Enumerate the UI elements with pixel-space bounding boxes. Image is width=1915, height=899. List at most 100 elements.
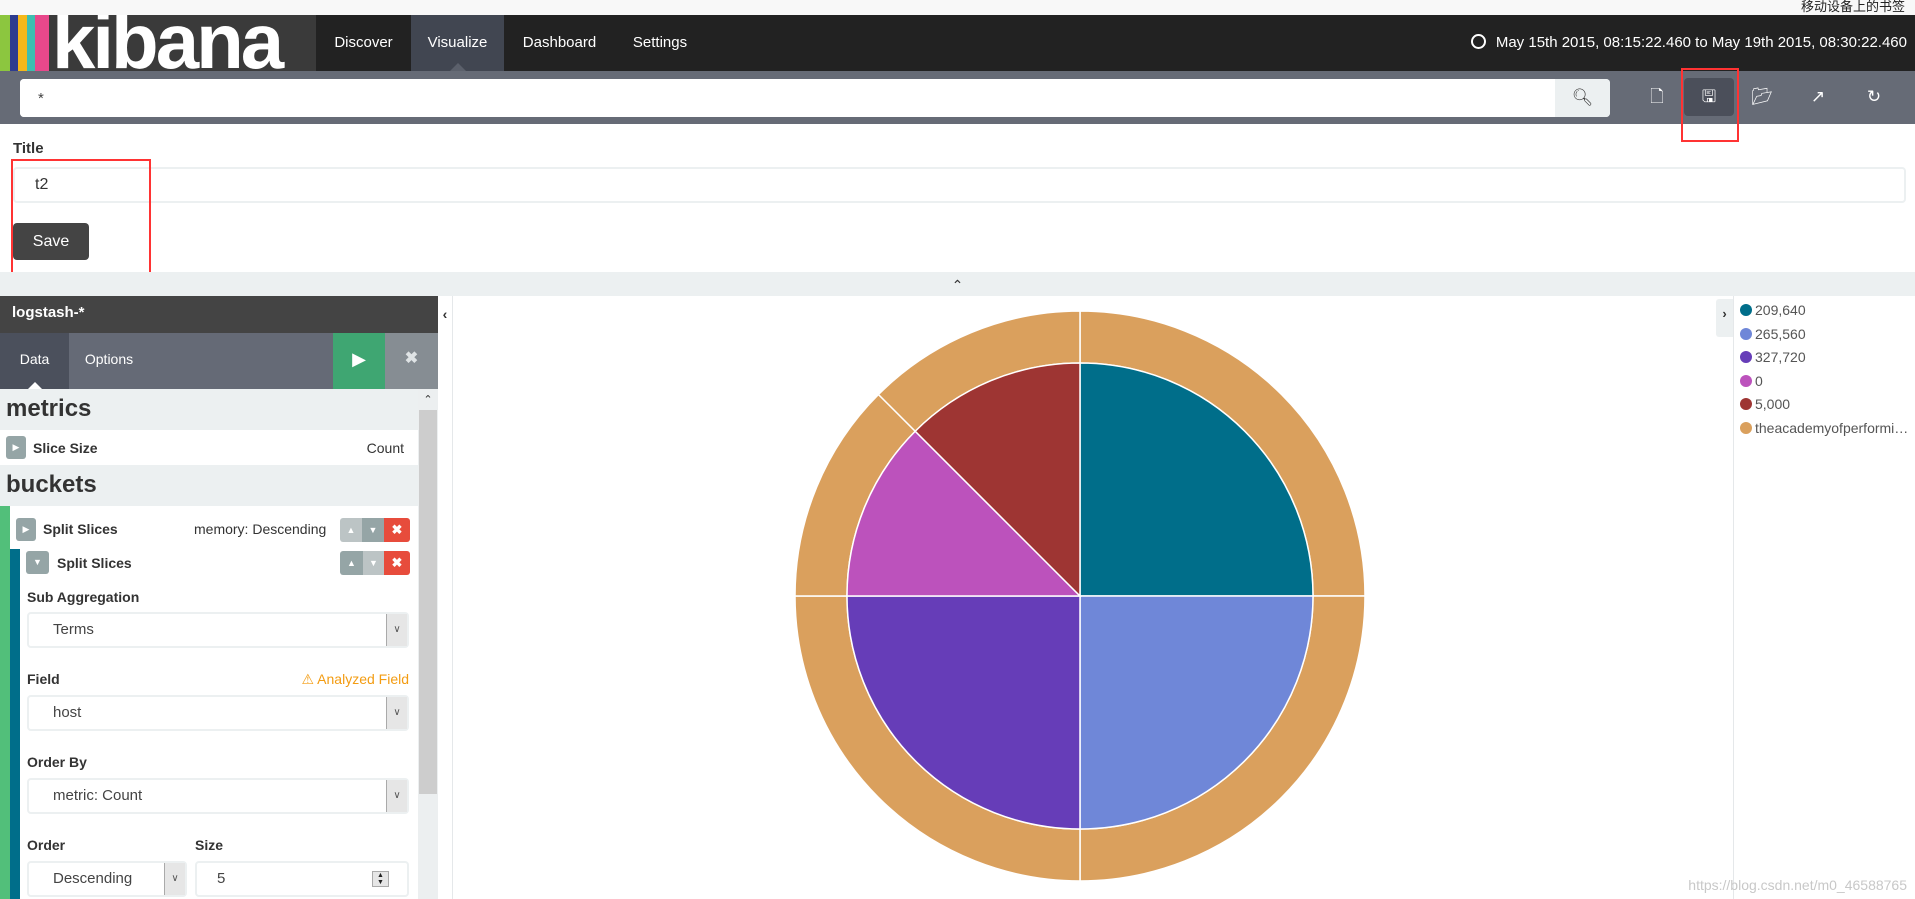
mobile-bookmarks-link[interactable]: 移动设备上的书签	[1801, 0, 1905, 15]
chevron-down-icon: ∨	[386, 780, 407, 812]
legend-label: 327,720	[1755, 349, 1806, 366]
field-select[interactable]: host ∨	[27, 695, 409, 731]
search-button[interactable]: 🔍︎	[1555, 79, 1610, 117]
legend-dot-icon	[1740, 304, 1752, 316]
order-value: Descending	[53, 870, 133, 887]
discard-changes-button[interactable]: ✖	[385, 333, 438, 389]
metric-slice-size[interactable]: ▶ Slice Size Count	[0, 430, 418, 465]
bucket-label: Split Slices	[43, 521, 118, 537]
watermark: https://blog.csdn.net/m0_46588765	[1688, 877, 1907, 893]
new-visualization-button[interactable]: 🗋	[1632, 78, 1682, 116]
time-range-text: May 15th 2015, 08:15:22.460 to May 19th …	[1495, 34, 1907, 51]
nav-visualize[interactable]: Visualize	[411, 15, 504, 71]
analyzed-field-warning: ⚠ Analyzed Field	[302, 671, 410, 688]
metric-value: Count	[366, 440, 404, 456]
pie-chart: theacademyofperformi…theacademyofperform…	[794, 310, 1366, 882]
query-toolbar: 🔍︎ 🗋 🖫 📂︎ ↗ ↻	[0, 71, 1915, 124]
legend-dot-icon	[1740, 422, 1752, 434]
stepper-icon[interactable]: ▲ ▼	[372, 871, 389, 887]
open-visualization-button[interactable]: 📂︎	[1737, 78, 1787, 116]
tab-data[interactable]: Data	[0, 333, 69, 389]
refresh-button[interactable]: ↻	[1849, 78, 1899, 116]
bucket-controls: ▲ ▼ ✖	[340, 551, 410, 575]
nav-dashboard[interactable]: Dashboard	[504, 15, 615, 71]
sub-aggregation-select[interactable]: Terms ∨	[27, 612, 409, 648]
browser-bookmark-bar: 移动设备上的书签	[0, 0, 1915, 15]
legend-label: theacademyofperformi…	[1755, 420, 1909, 436]
legend-label: 209,640	[1755, 302, 1806, 318]
legend-dot-icon	[1740, 351, 1752, 364]
move-down-button[interactable]: ▼	[362, 518, 384, 542]
legend-item[interactable]: 0	[1740, 373, 1915, 389]
tab-options[interactable]: Options	[69, 333, 149, 389]
legend-dot-icon	[1740, 398, 1752, 411]
search-input[interactable]	[20, 79, 1555, 117]
collapse-sidebar-button[interactable]: ‹	[438, 296, 453, 899]
sidebar-tabs: Data Options ▶ ✖	[0, 333, 438, 389]
apply-changes-button[interactable]: ▶	[333, 333, 385, 389]
scroll-up-icon[interactable]: ⌃	[418, 389, 438, 409]
vis-editor-sidebar: logstash-* Data Options ▶ ✖ ⌃ metrics ▶ …	[0, 296, 438, 899]
logo-text: kibana	[52, 15, 284, 71]
move-down-button[interactable]: ▼	[363, 551, 384, 575]
buckets-heading: buckets	[0, 465, 418, 506]
collapse-save-panel[interactable]: ⌃	[0, 272, 1915, 296]
legend-toggle-button[interactable]: ›	[1716, 299, 1733, 337]
index-pattern-title: logstash-*	[0, 296, 438, 333]
clock-icon	[1470, 34, 1486, 49]
top-navbar: kibana Discover Visualize Dashboard Sett…	[0, 15, 1915, 71]
move-up-button[interactable]: ▲	[340, 551, 363, 575]
search-icon: 🔍︎	[1571, 88, 1594, 107]
size-input[interactable]: 5 ▲ ▼	[195, 861, 409, 897]
caret-right-icon[interactable]: ▶	[16, 518, 36, 541]
search-bar: 🔍︎	[20, 79, 1610, 117]
remove-bucket-button[interactable]: ✖	[384, 518, 410, 542]
field-value: host	[53, 704, 82, 721]
order-label: Order	[27, 837, 66, 853]
nav-discover[interactable]: Discover	[316, 15, 411, 71]
nav-settings[interactable]: Settings	[615, 15, 705, 71]
legend-dot-icon	[1740, 374, 1752, 387]
legend-label: 5,000	[1755, 396, 1791, 413]
metrics-heading: metrics	[0, 389, 418, 430]
order-by-select[interactable]: metric: Count ∨	[27, 778, 409, 814]
title-input[interactable]	[13, 167, 1906, 203]
chevron-right-icon: ›	[1722, 306, 1727, 321]
chevron-down-icon: ∨	[386, 614, 407, 646]
chevron-down-icon: ∨	[386, 697, 407, 729]
legend-item[interactable]: theacademyofperformi…	[1740, 420, 1915, 436]
time-picker[interactable]: May 15th 2015, 08:15:22.460 to May 19th …	[1470, 15, 1907, 71]
legend-item[interactable]: 5,000	[1740, 396, 1915, 412]
chevron-left-icon: ‹	[442, 306, 448, 322]
legend-item[interactable]: 327,720	[1740, 349, 1915, 365]
size-label: Size	[195, 837, 224, 853]
field-label: Field	[27, 671, 60, 687]
size-value: 5	[217, 870, 226, 887]
bucket-split-slices-2[interactable]: ▼ Split Slices ▲ ▼ ✖	[0, 549, 418, 589]
warning-text: Analyzed Field	[317, 671, 409, 687]
caret-right-icon[interactable]: ▶	[6, 436, 26, 459]
title-label: Title	[13, 140, 44, 157]
legend-dot-icon	[1740, 327, 1752, 340]
order-by-value: metric: Count	[53, 787, 143, 804]
new-document-icon: 🗋	[1650, 87, 1664, 106]
order-by-label: Order By	[27, 754, 87, 770]
remove-bucket-button[interactable]: ✖	[384, 551, 410, 575]
scrollbar-thumb[interactable]	[419, 410, 437, 794]
metric-label: Slice Size	[33, 440, 98, 456]
highlight-box	[11, 159, 151, 277]
move-up-button[interactable]: ▲	[340, 518, 362, 542]
bucket-split-slices-1[interactable]: ▶ Split Slices memory: Descending ▲ ▼ ✖	[0, 506, 418, 546]
legend-item[interactable]: 265,560	[1740, 326, 1915, 342]
order-select[interactable]: Descending ∨	[27, 861, 187, 897]
legend-item[interactable]: 209,640	[1740, 302, 1915, 318]
highlight-box	[1681, 68, 1739, 142]
legend-label: 0	[1755, 372, 1763, 389]
bucket-label: Split Slices	[57, 555, 132, 571]
sub-aggregation-value: Terms	[53, 621, 94, 638]
caret-down-icon[interactable]: ▼	[26, 551, 49, 574]
kibana-logo[interactable]: kibana	[0, 15, 316, 71]
legend: 209,640 265,560 327,720 0 5,000 theacademyofp…	[1733, 296, 1915, 899]
share-button[interactable]: ↗	[1793, 78, 1843, 116]
warning-icon: ⚠	[301, 671, 318, 687]
